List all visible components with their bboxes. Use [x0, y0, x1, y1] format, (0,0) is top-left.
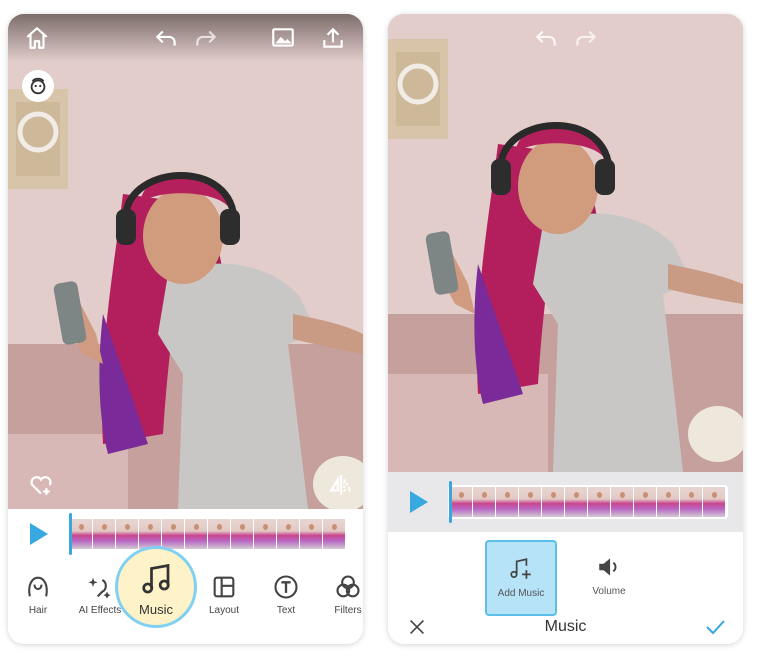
tool-label: Text	[276, 605, 296, 616]
woman-with-headphones-image	[8, 14, 363, 509]
timeline-frame	[116, 519, 138, 549]
panel-title: Music	[544, 618, 587, 635]
play-icon[interactable]	[410, 491, 428, 513]
timeline-frame	[254, 519, 276, 549]
photo-preview	[388, 14, 743, 472]
checkmark-icon[interactable]	[700, 612, 730, 642]
music-screen: Add Music Volume Music	[388, 14, 743, 644]
timeline-frame	[519, 487, 541, 517]
filters-icon	[336, 575, 360, 598]
tool-label: Filters	[334, 605, 362, 616]
redo-icon[interactable]	[191, 23, 221, 53]
hair-icon	[28, 576, 48, 597]
add-music-button[interactable]: Add Music	[485, 540, 557, 616]
playhead[interactable]	[69, 513, 72, 555]
add-music-icon	[510, 558, 531, 579]
timeline-frame	[70, 519, 92, 549]
face-retouch-icon[interactable]	[22, 70, 54, 102]
timeline-frame	[657, 487, 679, 517]
undo-icon[interactable]	[531, 23, 561, 53]
volume-button[interactable]: Volume	[573, 554, 645, 597]
tool-label: Hair	[28, 605, 48, 616]
heart-add-icon[interactable]	[26, 470, 56, 500]
layout-icon	[213, 576, 235, 598]
timeline-frame	[473, 487, 495, 517]
timeline-frames-strip[interactable]	[448, 485, 728, 519]
timeline-frame	[139, 519, 161, 549]
undo-icon[interactable]	[151, 23, 181, 53]
timeline-frame	[565, 487, 587, 517]
timeline-frame	[300, 519, 322, 549]
tool-label: Layout	[208, 605, 240, 616]
music-note-icon	[142, 563, 170, 594]
top-bar	[8, 14, 363, 62]
option-label: Add Music	[497, 588, 545, 599]
timeline-frame	[185, 519, 207, 549]
redo-icon[interactable]	[571, 23, 601, 53]
text-icon	[274, 575, 298, 599]
home-icon[interactable]	[22, 23, 52, 53]
timeline-frame	[496, 487, 518, 517]
music-panel: Add Music Volume Music	[388, 532, 743, 644]
tool-filters[interactable]: Filters	[320, 573, 363, 616]
timeline-frame	[634, 487, 656, 517]
timeline-frame	[93, 519, 115, 549]
play-icon[interactable]	[30, 523, 48, 545]
tool-layout[interactable]: Layout	[196, 573, 252, 616]
tool-label: Music	[139, 602, 173, 617]
timeline-frame	[703, 487, 725, 517]
timeline-frames-strip[interactable]	[68, 517, 348, 551]
timeline-frame	[231, 519, 253, 549]
timeline-frame	[162, 519, 184, 549]
timeline-frame	[680, 487, 702, 517]
ai-effects-icon	[88, 577, 111, 599]
share-icon[interactable]	[318, 23, 348, 53]
timeline-frame	[450, 487, 472, 517]
timeline-frame	[323, 519, 345, 549]
photo-preview	[8, 14, 363, 509]
timeline-frame	[588, 487, 610, 517]
gallery-icon[interactable]	[268, 23, 298, 53]
timeline-frame	[277, 519, 299, 549]
compare-split-icon[interactable]	[326, 470, 356, 500]
volume-icon	[599, 558, 617, 576]
tool-text[interactable]: Text	[258, 573, 314, 616]
tool-music-highlighted[interactable]: Music	[115, 546, 197, 628]
playhead[interactable]	[449, 481, 452, 523]
timeline-frame	[208, 519, 230, 549]
timeline-frame	[542, 487, 564, 517]
tool-hair[interactable]: Hair	[10, 573, 66, 616]
option-label: Volume	[592, 586, 626, 597]
woman-with-headphones-image	[388, 14, 743, 472]
video-timeline	[388, 472, 743, 532]
timeline-frame	[611, 487, 633, 517]
